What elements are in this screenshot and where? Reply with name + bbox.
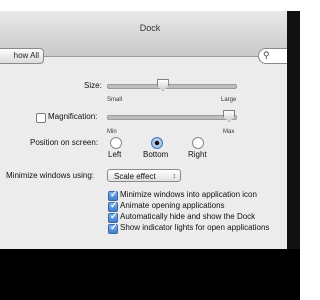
checkmark-icon: ✓ [110,189,118,199]
search-icon: ⚲ [263,50,270,60]
size-max-label: Large [221,97,237,103]
magnification-slider-knob[interactable] [223,110,235,122]
position-radio-right[interactable] [192,137,204,149]
search-field[interactable]: ⚲ [258,48,300,64]
show-all-button[interactable]: how All [0,48,44,64]
checkmark-icon: ✓ [110,211,118,221]
magnification-checkbox[interactable] [36,113,46,123]
magnification-label: Magnification: [48,112,98,121]
preferences-window: Dock how All ⚲ Size: Small Large Magnifi… [0,11,300,249]
position-option-bottom: Bottom [143,150,169,159]
position-radio-left[interactable] [110,137,122,149]
size-min-label: Small [107,97,123,103]
magnification-min-label: Min [107,129,117,135]
window-title: Dock [139,23,161,33]
animate-apps-label: Animate opening applications [120,201,225,210]
select-arrows-icon: ↕ [172,173,177,180]
minimize-label: Minimize windows using: [6,171,95,180]
minimize-into-icon-label: Minimize windows into application icon [120,190,257,199]
indicator-lights-label: Show indicator lights for open applicati… [120,223,270,232]
checkmark-icon: ✓ [110,222,118,232]
title-bar: Dock [0,11,300,57]
desktop-background [0,249,300,300]
size-slider-knob[interactable] [156,79,169,91]
indicator-lights-checkbox[interactable]: ✓ [108,222,118,234]
checkmark-icon: ✓ [110,200,118,210]
minimize-effect-select[interactable]: Scale effect ↕ [107,169,181,182]
position-option-left: Left [108,150,122,159]
size-label: Size: [84,81,102,90]
autohide-dock-label: Automatically hide and show the Dock [120,212,256,221]
position-label: Position on screen: [30,138,99,147]
position-radio-bottom[interactable] [151,137,163,149]
position-option-right: Right [188,150,207,159]
size-slider-track[interactable] [107,84,237,89]
minimize-effect-value: Scale effect [114,172,156,181]
magnification-max-label: Max [223,129,235,135]
magnification-slider-track[interactable] [107,115,237,120]
